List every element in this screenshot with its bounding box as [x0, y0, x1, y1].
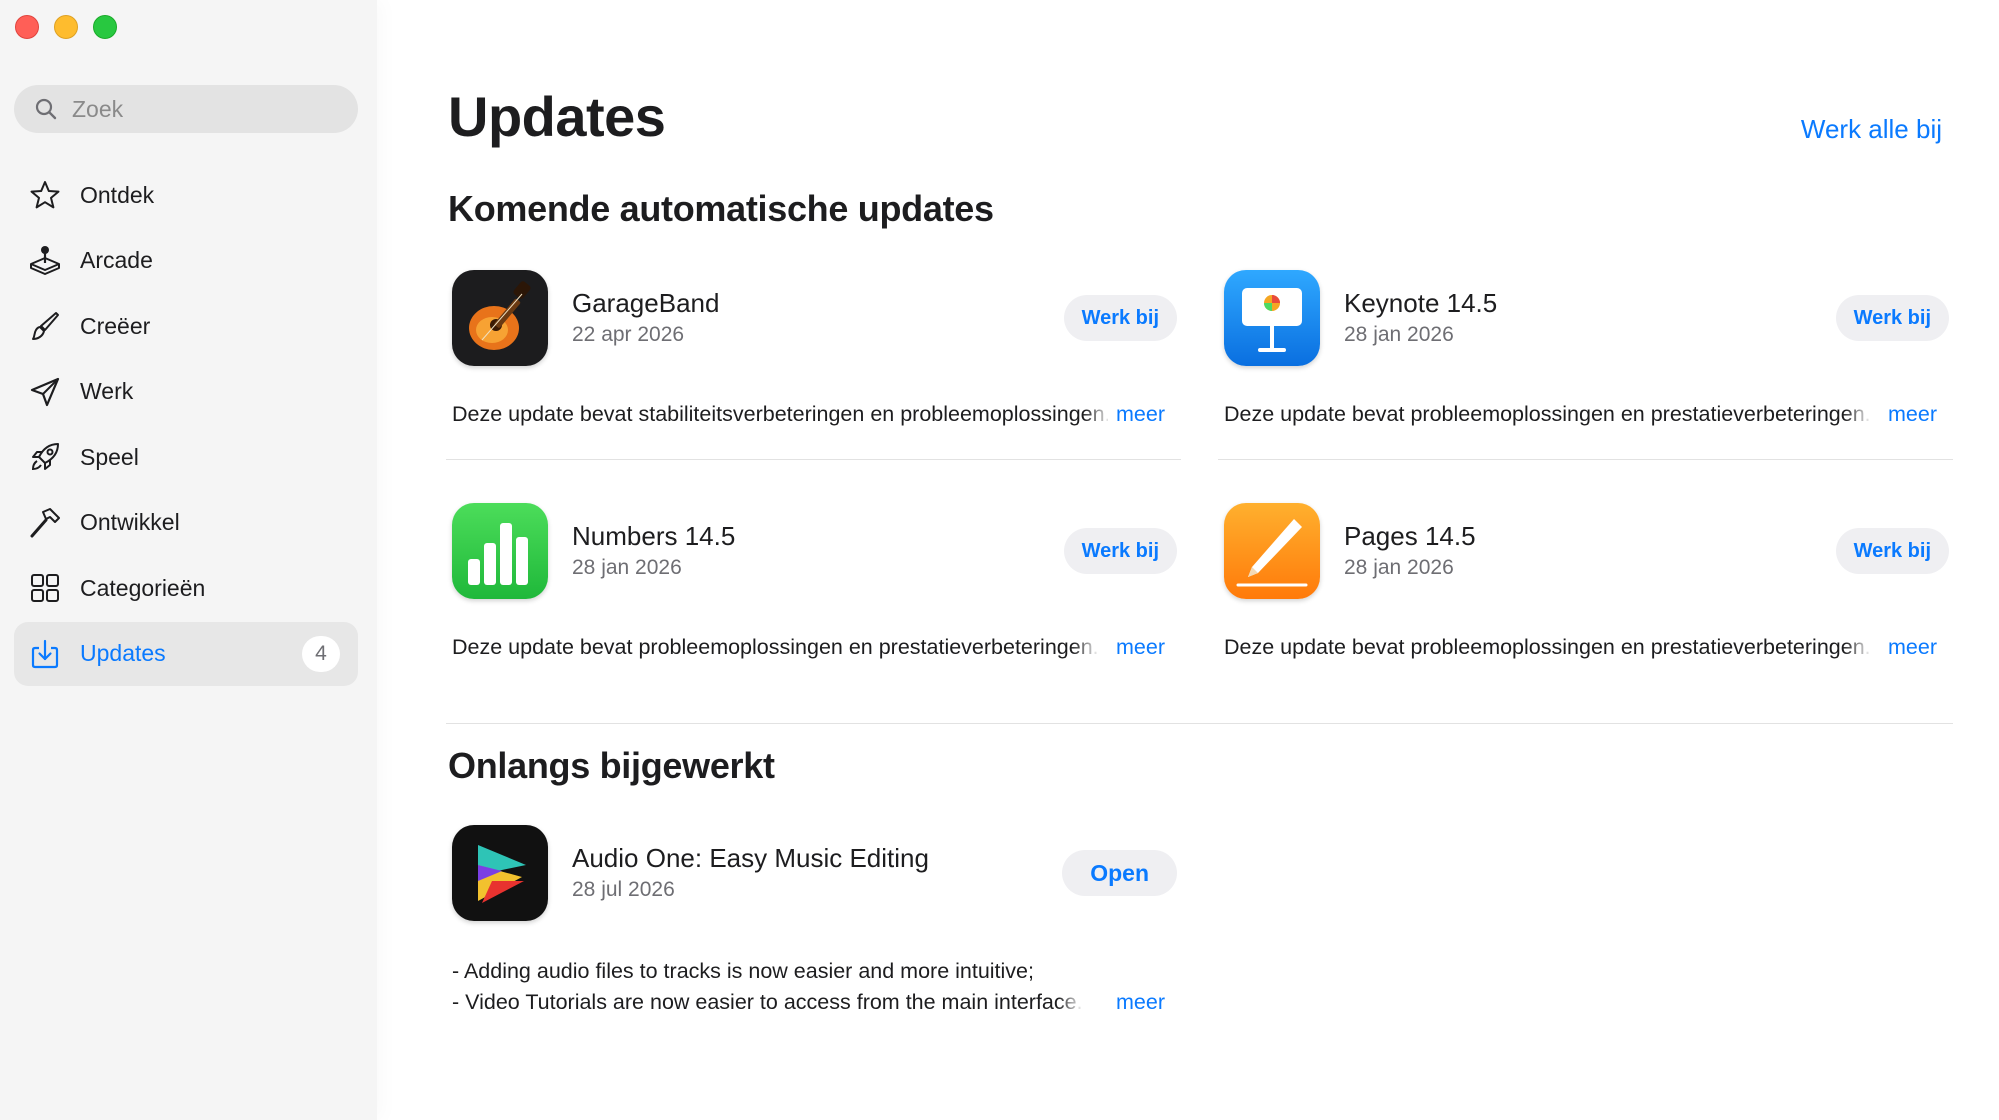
app-update-date: 28 jan 2026 [1344, 556, 1454, 579]
sidebar-item-label: Arcade [80, 247, 153, 273]
close-window-button[interactable] [15, 15, 39, 39]
app-name: Pages 14.5 [1344, 521, 1476, 551]
sidebar: Ontdek Arcade [0, 0, 377, 1120]
more-link[interactable]: meer [1880, 632, 1937, 663]
sidebar-item-creeer[interactable]: Creëer [14, 294, 358, 358]
sidebar-item-label: Categorieën [80, 574, 206, 601]
maximize-window-button[interactable] [93, 15, 117, 39]
update-button-garageband[interactable]: Werk bij [1063, 295, 1177, 341]
recently-updated-heading: Onlangs bijgewerkt [448, 745, 775, 786]
app-store-window: Ontdek Arcade [0, 0, 1999, 1120]
description-text: Deze update bevat probleemoplossingen en… [1224, 635, 1871, 659]
update-all-button[interactable]: Werk alle bij [1801, 114, 1942, 145]
download-tray-icon [28, 637, 62, 671]
star-icon [28, 178, 62, 212]
search-field[interactable] [14, 85, 358, 133]
page-title: Updates [448, 85, 666, 148]
update-card-garageband: GarageBand 22 apr 2026 Werk bij Deze upd… [448, 270, 1181, 430]
paperplane-icon [28, 375, 62, 409]
release-notes: - Adding audio files to tracks is now ea… [452, 956, 1165, 1018]
divider [446, 459, 1181, 460]
app-update-date: 28 jan 2026 [1344, 323, 1454, 346]
description-text: Deze update bevat stabiliteitsverbeterin… [452, 402, 1111, 426]
update-button-keynote[interactable]: Werk bij [1835, 295, 1949, 341]
sidebar-item-label: Werk [80, 378, 134, 404]
app-update-date: 28 jan 2026 [572, 556, 682, 579]
app-name: Keynote 14.5 [1344, 288, 1498, 318]
recent-card-audio-one: Audio One: Easy Music Editing 28 jul 202… [448, 825, 1181, 1018]
joystick-icon [28, 244, 62, 278]
garageband-icon [452, 270, 548, 366]
keynote-icon [1224, 270, 1320, 366]
sidebar-nav: Ontdek Arcade Creëer Werk Speel Ontwikke… [14, 163, 358, 687]
app-update-date: 22 apr 2026 [572, 323, 685, 346]
app-name: Audio One: Easy Music Editing [572, 843, 929, 873]
update-button-pages[interactable]: Werk bij [1835, 528, 1949, 574]
sidebar-item-updates[interactable]: Updates 4 [14, 621, 358, 686]
hammer-icon [28, 506, 62, 540]
sidebar-item-label: Creëer [80, 312, 151, 339]
audio-one-icon [452, 825, 548, 921]
minimize-window-button[interactable] [54, 15, 78, 39]
sidebar-item-categorieen[interactable]: Categorieën [14, 556, 358, 620]
more-link[interactable]: meer [1108, 399, 1165, 430]
description-text: Deze update bevat probleemoplossingen en… [452, 635, 1099, 659]
description-text: Deze update bevat probleemoplossingen en… [1224, 402, 1871, 426]
window-controls [15, 15, 117, 39]
update-description: Deze update bevat probleemoplossingen en… [452, 632, 1165, 663]
sidebar-item-label: Speel [80, 443, 139, 470]
pages-icon [1224, 503, 1320, 599]
app-update-date: 28 jul 2026 [572, 878, 675, 901]
numbers-icon [452, 503, 548, 599]
sidebar-item-label: Ontdek [80, 181, 155, 208]
sidebar-item-label: Ontwikkel [80, 509, 180, 535]
search-icon [35, 98, 57, 120]
sidebar-item-ontwikkel[interactable]: Ontwikkel [14, 491, 358, 555]
rocket-icon [28, 440, 62, 474]
update-card-keynote: Keynote 14.5 28 jan 2026 Werk bij Deze u… [1220, 270, 1953, 430]
update-card-numbers: Numbers 14.5 28 jan 2026 Werk bij Deze u… [448, 503, 1181, 663]
update-description: Deze update bevat probleemoplossingen en… [1224, 399, 1937, 430]
more-link[interactable]: meer [1108, 987, 1165, 1018]
more-link[interactable]: meer [1108, 632, 1165, 663]
update-description: Deze update bevat probleemoplossingen en… [1224, 632, 1937, 663]
sidebar-item-ontdek[interactable]: Ontdek [14, 163, 358, 227]
update-button-numbers[interactable]: Werk bij [1063, 528, 1177, 574]
upcoming-updates-heading: Komende automatische updates [448, 188, 994, 229]
app-name: Numbers 14.5 [572, 521, 736, 551]
search-input[interactable] [72, 95, 332, 123]
main-content: Updates Werk alle bij Komende automatisc… [377, 0, 1999, 1120]
updates-count-badge: 4 [302, 635, 340, 672]
more-link[interactable]: meer [1880, 399, 1937, 430]
release-note-line: - Video Tutorials are now easier to acce… [452, 990, 1083, 1014]
update-description: Deze update bevat stabiliteitsverbeterin… [452, 399, 1165, 430]
app-name: GarageBand [572, 288, 720, 318]
release-note-line: - Adding audio files to tracks is now ea… [452, 959, 1034, 983]
paintbrush-icon [28, 309, 62, 343]
sidebar-item-speel[interactable]: Speel [14, 425, 358, 489]
sidebar-item-arcade[interactable]: Arcade [14, 229, 358, 293]
divider [1218, 459, 1953, 460]
grid-icon [28, 571, 62, 605]
open-button-audio-one[interactable]: Open [1062, 850, 1177, 896]
sidebar-item-label: Updates [80, 640, 166, 666]
update-card-pages: Pages 14.5 28 jan 2026 Werk bij Deze upd… [1220, 503, 1953, 663]
section-divider [446, 723, 1953, 724]
sidebar-item-werk[interactable]: Werk [14, 360, 358, 424]
